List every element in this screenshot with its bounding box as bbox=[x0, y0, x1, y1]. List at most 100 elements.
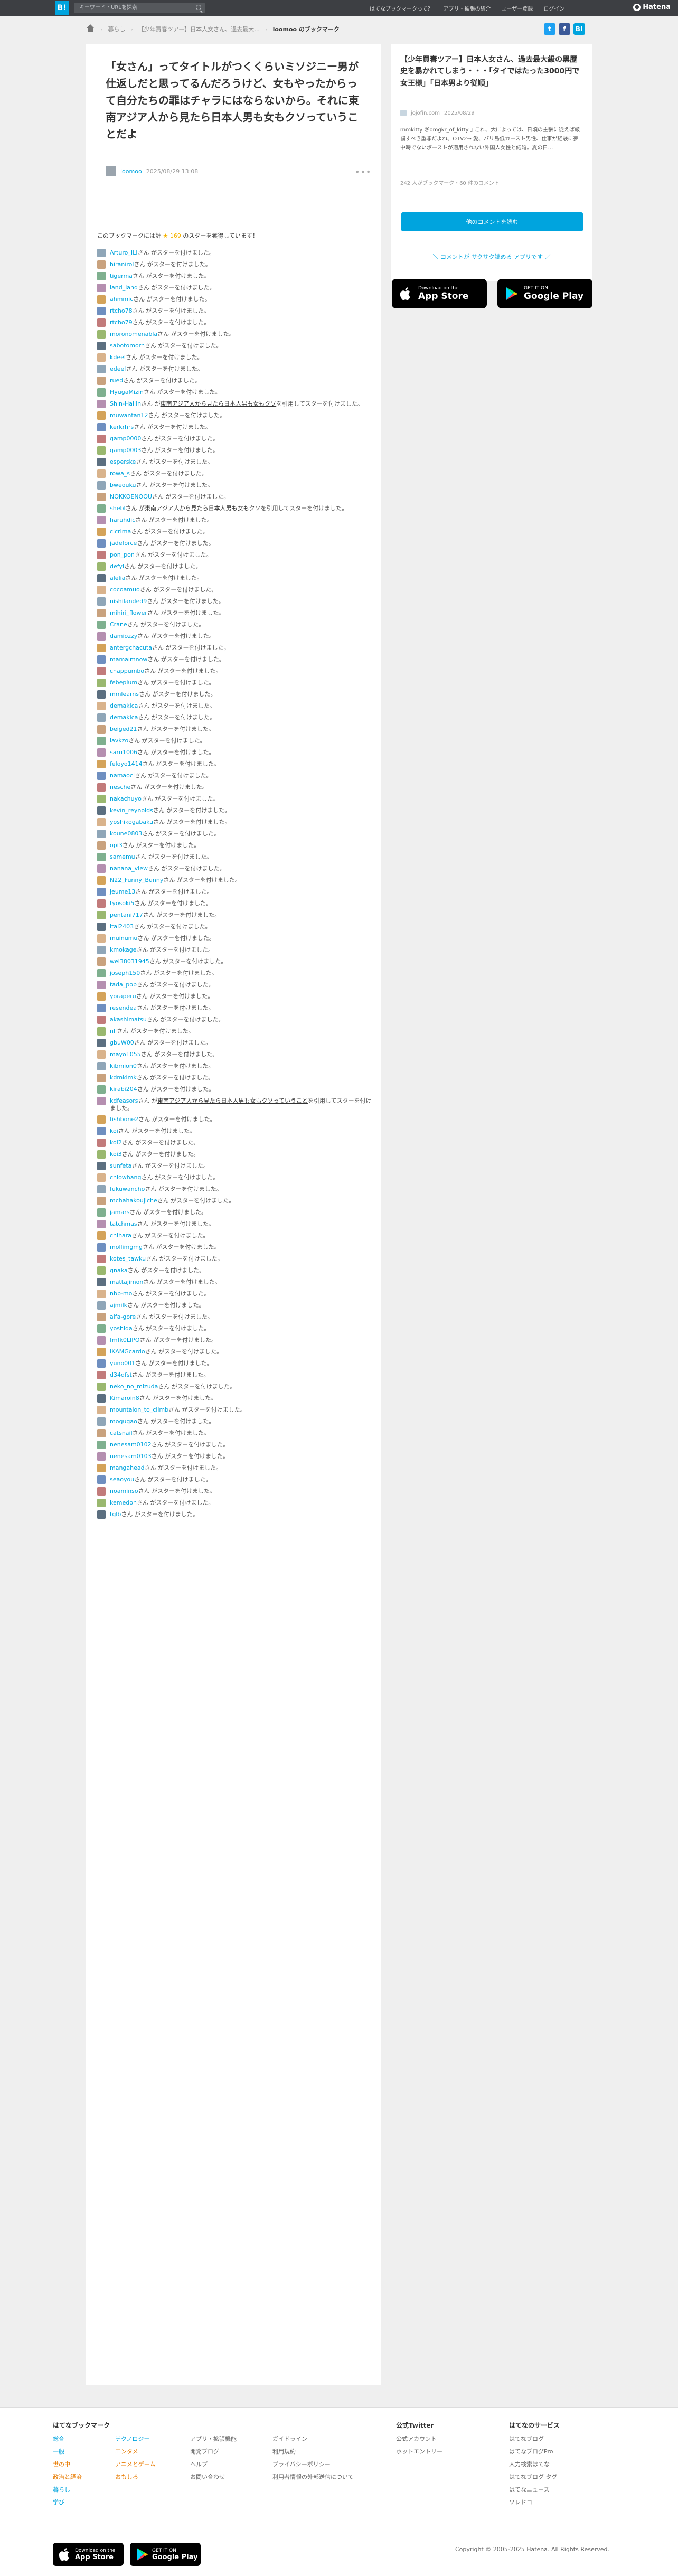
avatar[interactable] bbox=[97, 400, 106, 408]
avatar[interactable] bbox=[97, 469, 106, 478]
star-user-link[interactable]: nenesam0102 bbox=[110, 1441, 152, 1448]
star-user-link[interactable]: resendea bbox=[110, 1004, 137, 1011]
footer-link[interactable]: プライバシーポリシー bbox=[272, 2458, 354, 2471]
avatar[interactable] bbox=[97, 1016, 106, 1024]
hatebu-logo[interactable]: B! bbox=[55, 1, 69, 15]
avatar[interactable] bbox=[97, 249, 106, 257]
avatar[interactable] bbox=[97, 783, 106, 792]
avatar[interactable] bbox=[97, 272, 106, 280]
star-user-link[interactable]: fukuwancho bbox=[110, 1186, 145, 1192]
avatar[interactable] bbox=[97, 1004, 106, 1012]
avatar[interactable] bbox=[97, 458, 106, 466]
star-user-link[interactable]: Kimaroin8 bbox=[110, 1395, 139, 1402]
avatar[interactable] bbox=[97, 318, 106, 327]
star-user-link[interactable]: demakica bbox=[110, 702, 138, 709]
avatar[interactable] bbox=[97, 992, 106, 1001]
hatebu-share-icon[interactable]: B! bbox=[573, 23, 585, 35]
avatar[interactable] bbox=[97, 853, 106, 861]
star-user-link[interactable]: nbb-mo bbox=[110, 1290, 132, 1297]
avatar[interactable] bbox=[97, 911, 106, 919]
star-user-link[interactable]: clcrima bbox=[110, 528, 131, 535]
star-user-link[interactable]: kmokage bbox=[110, 946, 136, 953]
star-user-link[interactable]: kirabi204 bbox=[110, 1086, 137, 1093]
facebook-share-icon[interactable]: f bbox=[559, 23, 570, 35]
avatar[interactable] bbox=[97, 1348, 106, 1356]
star-quote[interactable]: 東南アジア人から見たら日本人男も女もクソっていうこと bbox=[157, 1097, 308, 1104]
avatar[interactable] bbox=[97, 795, 106, 803]
avatar[interactable] bbox=[97, 923, 106, 931]
star-user-link[interactable]: mihiri_flower bbox=[110, 609, 147, 616]
avatar[interactable] bbox=[97, 411, 106, 420]
star-user-link[interactable]: opi3 bbox=[110, 842, 123, 849]
star-user-link[interactable]: mollimgmg bbox=[110, 1244, 143, 1251]
avatar[interactable] bbox=[97, 1499, 106, 1507]
avatar[interactable] bbox=[106, 166, 116, 176]
avatar[interactable] bbox=[97, 1115, 106, 1124]
avatar[interactable] bbox=[97, 702, 106, 710]
star-user-link[interactable]: rtcho78 bbox=[110, 307, 133, 314]
star-user-link[interactable]: sunfeta bbox=[110, 1162, 131, 1169]
footer-link[interactable]: 一般 bbox=[53, 2446, 110, 2458]
footer-link[interactable]: 世の中 bbox=[53, 2458, 110, 2471]
avatar[interactable] bbox=[97, 365, 106, 373]
star-user-link[interactable]: fishbone2 bbox=[110, 1116, 138, 1123]
star-user-link[interactable]: alfa-gore bbox=[110, 1313, 136, 1320]
avatar[interactable] bbox=[97, 760, 106, 768]
footer-google-play-button[interactable]: GET IT ON Google Play bbox=[130, 2543, 201, 2566]
avatar[interactable] bbox=[97, 969, 106, 977]
star-user-link[interactable]: mamaimnow bbox=[110, 656, 147, 663]
star-user-link[interactable]: ahmmic bbox=[110, 296, 133, 303]
avatar[interactable] bbox=[97, 1383, 106, 1391]
avatar[interactable] bbox=[97, 1336, 106, 1345]
avatar[interactable] bbox=[97, 539, 106, 548]
header-link-apps[interactable]: アプリ・拡張の紹介 bbox=[444, 4, 491, 12]
star-user-link[interactable]: sabotomorn bbox=[110, 342, 145, 349]
star-user-link[interactable]: yoshikogabaku bbox=[110, 819, 153, 825]
footer-link[interactable]: アプリ・拡張機能 bbox=[190, 2433, 237, 2446]
avatar[interactable] bbox=[97, 1313, 106, 1321]
star-user-link[interactable]: cocoamuo bbox=[110, 586, 140, 593]
avatar[interactable] bbox=[97, 1039, 106, 1047]
hatena-brand[interactable]: ● Hatena bbox=[633, 3, 671, 11]
avatar[interactable] bbox=[97, 1150, 106, 1159]
avatar[interactable] bbox=[97, 307, 106, 315]
star-quote[interactable]: 東南アジア人から見たら日本人男も女もクソ bbox=[145, 505, 261, 512]
star-user-link[interactable]: nakachuyo bbox=[110, 795, 142, 802]
avatar[interactable] bbox=[97, 609, 106, 617]
star-user-link[interactable]: alelia bbox=[110, 575, 125, 581]
star-user-link[interactable]: tyosoki5 bbox=[110, 900, 134, 907]
star-user-link[interactable]: gamp0003 bbox=[110, 447, 141, 454]
star-user-link[interactable]: gnaka bbox=[110, 1267, 128, 1274]
star-quote[interactable]: 東南アジア人から見たら日本人男も女もクソ bbox=[161, 400, 277, 407]
star-user-link[interactable]: rowa_s bbox=[110, 470, 130, 477]
avatar[interactable] bbox=[97, 1220, 106, 1228]
star-user-link[interactable]: mayo1055 bbox=[110, 1051, 141, 1058]
footer-link[interactable]: 暮らし bbox=[53, 2484, 110, 2496]
star-user-link[interactable]: N22_Funny_Bunny bbox=[110, 877, 163, 883]
star-user-link[interactable]: kdfeasors bbox=[110, 1097, 138, 1104]
star-user-link[interactable]: kemedon bbox=[110, 1499, 137, 1506]
footer-link[interactable]: ソレドコ bbox=[509, 2496, 560, 2509]
footer-link[interactable]: はてなブログPro bbox=[509, 2446, 560, 2458]
star-user-link[interactable]: chiowhang bbox=[110, 1174, 141, 1181]
star-user-link[interactable]: koi3 bbox=[110, 1151, 122, 1158]
google-play-button[interactable]: GET IT ON Google Play bbox=[497, 279, 592, 308]
avatar[interactable] bbox=[97, 516, 106, 524]
avatar[interactable] bbox=[97, 876, 106, 885]
footer-link[interactable]: 政治と経済 bbox=[53, 2471, 110, 2484]
avatar[interactable] bbox=[97, 1266, 106, 1275]
star-user-link[interactable]: chappumbo bbox=[110, 667, 144, 674]
star-user-link[interactable]: mattajimon bbox=[110, 1278, 143, 1285]
footer-link[interactable]: はてなニュース bbox=[509, 2484, 560, 2496]
avatar[interactable] bbox=[97, 1464, 106, 1472]
star-user-link[interactable]: Crane bbox=[110, 621, 127, 628]
star-user-link[interactable]: jeume13 bbox=[110, 888, 135, 895]
avatar[interactable] bbox=[97, 1359, 106, 1368]
entry-title[interactable]: 【少年買春ツアー】日本人女さん、過去最大級の黒歴史を暴かれてしまう・・・「タイで… bbox=[400, 54, 583, 89]
search-input[interactable]: キーワード・URLを探索 bbox=[74, 3, 205, 13]
footer-link[interactable]: はてなブログ bbox=[509, 2433, 560, 2446]
star-user-link[interactable]: chihara bbox=[110, 1232, 131, 1239]
avatar[interactable] bbox=[97, 1406, 106, 1414]
star-user-link[interactable]: ajmilk bbox=[110, 1302, 127, 1309]
avatar[interactable] bbox=[97, 1452, 106, 1461]
